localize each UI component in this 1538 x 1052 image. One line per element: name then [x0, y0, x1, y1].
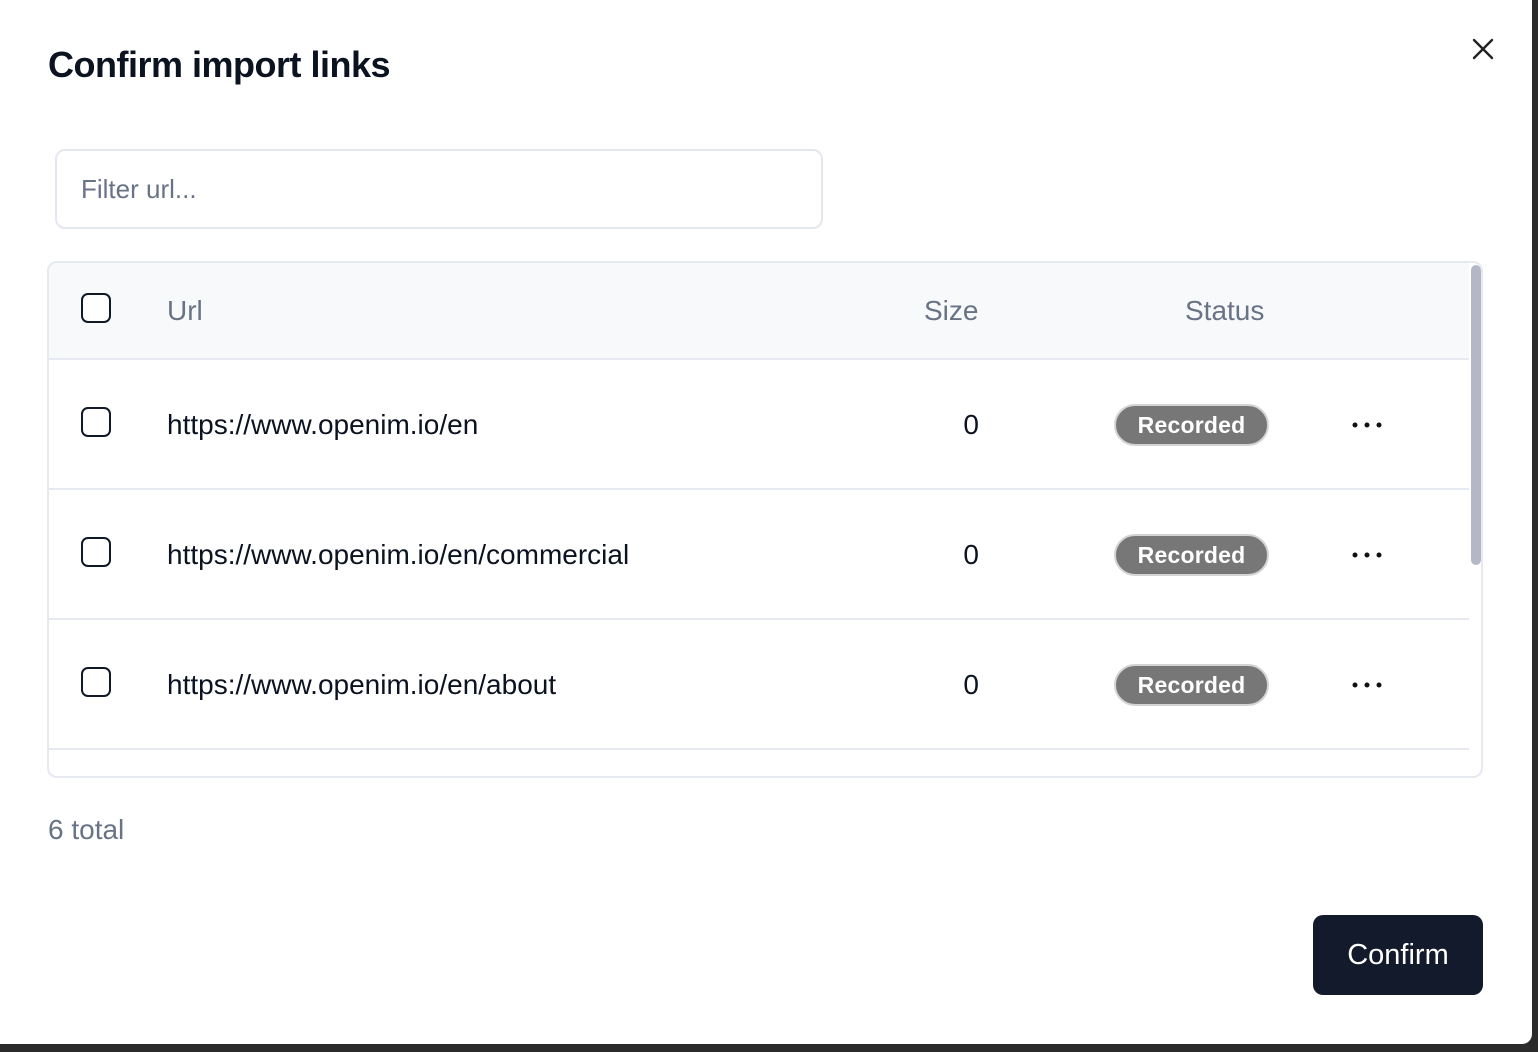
confirm-button[interactable]: Confirm: [1313, 915, 1483, 995]
row-actions-button[interactable]: [1343, 538, 1391, 572]
row-size: 0: [963, 539, 979, 570]
column-header-size[interactable]: Size: [924, 295, 978, 327]
more-horizontal-icon: [1352, 552, 1382, 558]
status-badge: Recorded: [1114, 534, 1269, 576]
row-url: https://www.openim.io/en/commercial: [167, 539, 630, 570]
table-scrollbar-thumb[interactable]: [1471, 265, 1481, 565]
close-button[interactable]: [1466, 32, 1500, 66]
dialog-title: Confirm import links: [48, 44, 391, 85]
row-size: 0: [963, 669, 979, 700]
row-checkbox[interactable]: [81, 537, 111, 567]
row-checkbox[interactable]: [81, 667, 111, 697]
row-checkbox[interactable]: [81, 407, 111, 437]
row-url: https://www.openim.io/en: [167, 409, 479, 440]
total-count: 6 total: [48, 814, 125, 845]
links-table: Url Size Status https://www.openim.io/en…: [47, 261, 1483, 778]
status-badge: Recorded: [1114, 664, 1269, 706]
row-size: 0: [963, 409, 979, 440]
column-header-url[interactable]: Url: [167, 295, 203, 327]
table-header: Url Size Status: [49, 263, 1471, 360]
row-url: https://www.openim.io/en/about: [167, 669, 557, 700]
select-all-checkbox[interactable]: [81, 293, 111, 323]
confirm-import-dialog: Confirm import links Url Size Status htt…: [0, 0, 1532, 1044]
more-horizontal-icon: [1352, 422, 1382, 428]
column-header-status[interactable]: Status: [1185, 295, 1264, 327]
table-row: https://www.openim.io/en 0 Recorded: [49, 360, 1471, 490]
status-badge: Recorded: [1114, 404, 1269, 446]
more-horizontal-icon: [1352, 682, 1382, 688]
row-actions-button[interactable]: [1343, 408, 1391, 442]
table-row: https://www.openim.io/en/commercial 0 Re…: [49, 490, 1471, 620]
row-actions-button[interactable]: [1343, 668, 1391, 702]
table-row: https://www.openim.io/en/about 0 Recorde…: [49, 620, 1471, 750]
close-icon: [1472, 38, 1494, 60]
filter-url-input[interactable]: [55, 149, 823, 229]
